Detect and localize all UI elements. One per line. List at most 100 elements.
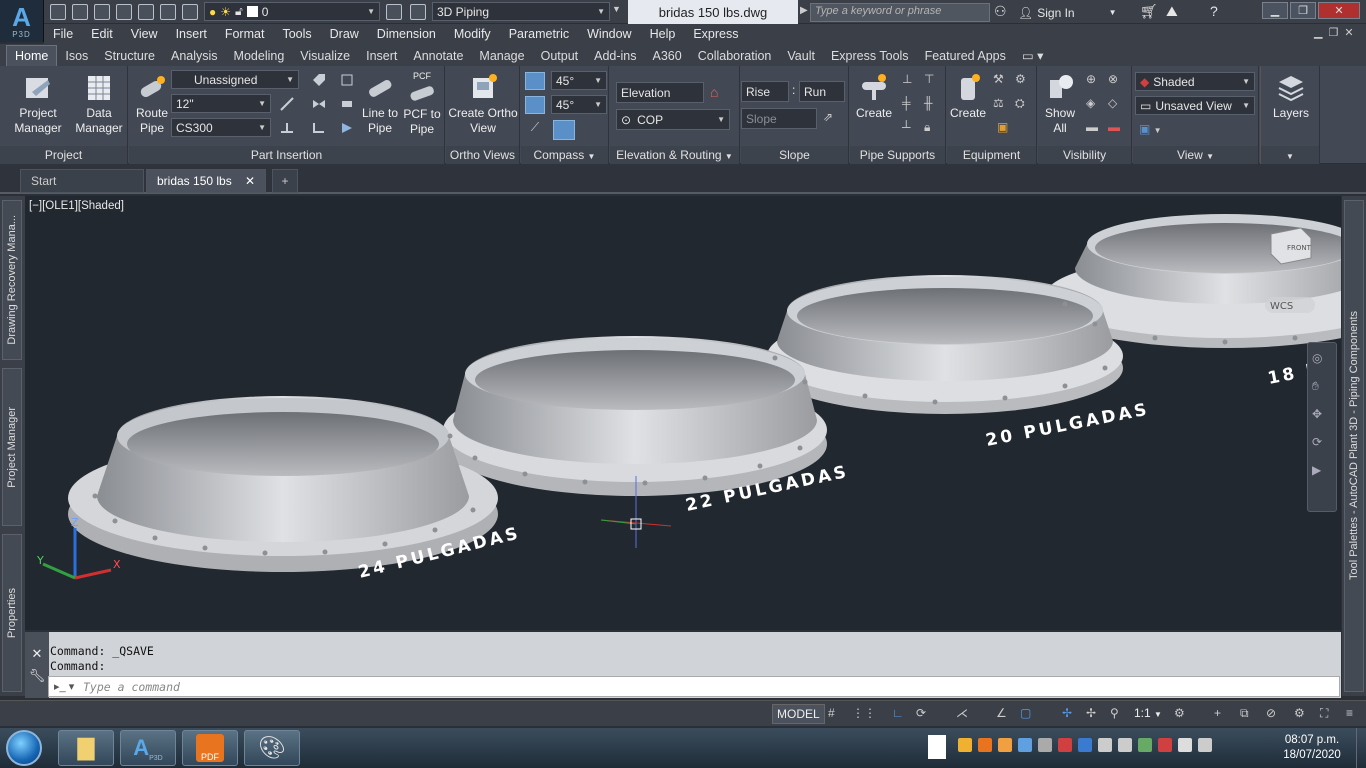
equipment-tool-d-icon[interactable]: ⛭︎ xyxy=(1015,96,1031,112)
ribbon-tab-structure[interactable]: Structure xyxy=(96,46,163,66)
ribbon-tab-featured-apps[interactable]: Featured Apps xyxy=(917,46,1014,66)
fullscreen-icon[interactable]: ⛶ xyxy=(1320,706,1336,722)
project-manager-button[interactable]: Project Manager xyxy=(8,72,68,136)
compass-angle-2[interactable]: 45° ▼ xyxy=(551,95,607,114)
minimize-button[interactable]: ▁ xyxy=(1262,2,1288,19)
equipment-tool-e-icon[interactable]: ▣ xyxy=(997,120,1013,136)
menu-view[interactable]: View xyxy=(122,27,167,41)
support-tool-d-icon[interactable]: ╫ xyxy=(924,96,940,112)
object-snap-icon[interactable]: ▢ xyxy=(1020,706,1036,722)
command-input[interactable]: ▸_ ▾ Type a command xyxy=(48,676,1340,697)
route-pipe-button[interactable]: Route Pipe xyxy=(133,72,171,136)
model-viewport[interactable]: 24 PULGADAS 22 PULGADAS 20 PULGADAS 18 P… xyxy=(25,196,1341,630)
tag-icon[interactable] xyxy=(311,72,327,88)
tab-bridas[interactable]: bridas 150 lbs ✕ xyxy=(146,169,266,193)
tool-c-icon[interactable] xyxy=(339,120,355,136)
visibility-tool-b-icon[interactable]: ◇ xyxy=(1108,96,1124,112)
tray-blank-icon[interactable] xyxy=(928,735,946,759)
run-input[interactable]: Run xyxy=(799,81,845,102)
ribbon-tab-output[interactable]: Output xyxy=(533,46,587,66)
steering-wheel-icon[interactable]: ◎ xyxy=(1312,351,1332,371)
create-ortho-view-button[interactable]: Create Ortho View xyxy=(448,72,518,136)
menu-insert[interactable]: Insert xyxy=(167,27,216,41)
print-icon[interactable] xyxy=(138,4,154,20)
tool-palettes-tab[interactable]: Tool Palettes - AutoCAD Plant 3D - Pipin… xyxy=(1344,200,1364,692)
hide-icon[interactable]: ⊗ xyxy=(1108,72,1124,88)
close-command-line-icon[interactable]: ✕ xyxy=(25,646,49,662)
tab-start[interactable]: Start xyxy=(20,169,144,193)
command-prompt-icon[interactable]: ▸_ ▾ xyxy=(54,680,74,693)
ribbon-tab-add-ins[interactable]: Add-ins xyxy=(586,46,644,66)
equipment-tool-c-icon[interactable]: ⚖︎ xyxy=(993,96,1009,112)
tray-app-d-icon[interactable] xyxy=(1018,738,1032,752)
visibility-tool-d-icon[interactable]: ▬ xyxy=(1108,120,1124,136)
support-lock-icon[interactable]: 🔒︎ xyxy=(924,120,940,136)
tray-app-e-icon[interactable] xyxy=(1058,738,1072,752)
autodesk-app-icon[interactable]: ⛰︎ xyxy=(1166,3,1178,20)
pcf-to-pipe-button[interactable]: PCF PCF to Pipe xyxy=(401,72,443,137)
compass-panel-title[interactable]: Compass ▼ xyxy=(521,146,608,164)
orbit-icon[interactable]: ⟳ xyxy=(1312,435,1332,455)
qat-customize-icon[interactable]: ▼ xyxy=(612,4,624,20)
pan-hand-icon[interactable]: ✋︎ xyxy=(1312,379,1332,399)
compass-display-icon[interactable] xyxy=(553,120,575,140)
support-tool-a-icon[interactable]: ⊥ xyxy=(902,72,918,88)
viewport-config-icon[interactable]: ▣ ▼ xyxy=(1139,122,1162,136)
clean-screen-icon[interactable]: ⚙︎ xyxy=(1294,706,1310,722)
visibility-tool-c-icon[interactable]: ▬ xyxy=(1086,120,1102,136)
ribbon-tab-analysis[interactable]: Analysis xyxy=(163,46,226,66)
annotation-visibility-icon[interactable]: ✢ xyxy=(1062,706,1078,722)
menu-parametric[interactable]: Parametric xyxy=(500,27,578,41)
properties-tab[interactable]: Properties xyxy=(2,534,22,692)
elevation-routing-panel-title[interactable]: Elevation & Routing ▼ xyxy=(610,146,739,164)
network-icon[interactable] xyxy=(1098,738,1112,752)
viewcube[interactable]: FRONT xyxy=(1270,227,1312,265)
ribbon-tab-a360[interactable]: A360 xyxy=(645,46,690,66)
visual-style-dropdown[interactable]: ◆ Shaded ▼ xyxy=(1135,72,1255,91)
ribbon-tab-vault[interactable]: Vault xyxy=(779,46,823,66)
redo-icon[interactable] xyxy=(182,4,198,20)
menu-modify[interactable]: Modify xyxy=(445,27,500,41)
undo-icon[interactable] xyxy=(160,4,176,20)
clock[interactable]: 08:07 p.m. 18/07/2020 xyxy=(1272,733,1352,763)
stub-in-icon[interactable] xyxy=(279,120,295,136)
ribbon-tab-manage[interactable]: Manage xyxy=(471,46,532,66)
menu-file[interactable]: File xyxy=(44,27,82,41)
ribbon-tab-express-tools[interactable]: Express Tools xyxy=(823,46,917,66)
tray-app-a-icon[interactable] xyxy=(958,738,972,752)
pdf-taskbar-button[interactable]: PDF xyxy=(182,730,238,766)
show-all-button[interactable]: Show All xyxy=(1038,72,1082,136)
cop-dropdown[interactable]: ⊙ COP ▼ xyxy=(616,109,730,130)
isolate-icon[interactable]: ⊕ xyxy=(1086,72,1102,88)
tool-a-icon[interactable] xyxy=(339,72,355,88)
annotation-scale-icon[interactable]: ⚲ xyxy=(1110,706,1126,722)
new-file-icon[interactable] xyxy=(50,4,66,20)
compass-snap-icon[interactable] xyxy=(525,96,545,114)
wrench-icon[interactable]: 🔧︎ xyxy=(25,668,49,684)
layers-expand[interactable]: ▼ xyxy=(1261,146,1319,164)
visibility-tool-a-icon[interactable]: ◈ xyxy=(1086,96,1102,112)
doc-restore-icon[interactable]: ❐ xyxy=(1328,26,1338,39)
close-tab-icon[interactable]: ✕ xyxy=(245,174,255,188)
support-tool-e-icon[interactable]: ┴ xyxy=(902,120,918,136)
support-tool-b-icon[interactable]: ⊤ xyxy=(924,72,940,88)
tray-app-c-icon[interactable] xyxy=(998,738,1012,752)
workspace-dropdown[interactable]: 3D Piping ▼ xyxy=(432,2,610,21)
application-menu-button[interactable]: A P3D xyxy=(0,0,44,42)
showmotion-icon[interactable]: ▶ xyxy=(1312,463,1332,483)
dropbox-icon[interactable] xyxy=(1078,738,1092,752)
layer-tools-icon[interactable] xyxy=(386,4,402,20)
restore-button[interactable]: ❐ xyxy=(1290,2,1316,19)
start-button[interactable] xyxy=(6,730,42,766)
grid-icon[interactable]: # xyxy=(828,706,844,722)
sign-in-button[interactable]: 👤︎ Sign In ▼ xyxy=(1018,3,1117,22)
line-to-pipe-button[interactable]: Line to Pipe xyxy=(359,72,401,136)
tray-app-g-icon[interactable] xyxy=(1158,738,1172,752)
equipment-tool-a-icon[interactable]: ⚒︎ xyxy=(993,72,1009,88)
isolate-objects-icon[interactable]: ⧉ xyxy=(1240,706,1256,722)
menu-dimension[interactable]: Dimension xyxy=(368,27,445,41)
ribbon-tab-modeling[interactable]: Modeling xyxy=(226,46,293,66)
ribbon-tab-insert[interactable]: Insert xyxy=(358,46,405,66)
connect-icon[interactable] xyxy=(279,96,295,112)
action-center-flag-icon[interactable] xyxy=(1178,738,1192,752)
